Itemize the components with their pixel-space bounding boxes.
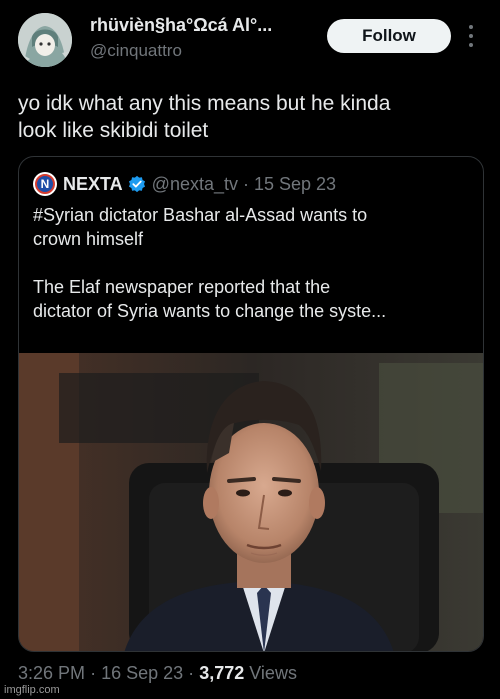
- quoted-author-name[interactable]: NEXTA: [63, 174, 123, 195]
- tweet-text-line: look like skibidi toilet: [18, 119, 209, 142]
- nexta-logo-icon[interactable]: N: [33, 172, 57, 196]
- quoted-author-handle[interactable]: @nexta_tv: [152, 174, 238, 195]
- separator-dot: ·: [188, 663, 195, 683]
- quoted-date[interactable]: 15 Sep 23: [254, 174, 336, 195]
- verified-badge-icon: [128, 175, 145, 193]
- tweet-header: rhüvièn§ha°Ωcá Al°... @cinquattro Follow: [0, 0, 500, 78]
- quoted-text-line: #Syrian dictator Bashar al-Assad wants t…: [33, 205, 368, 225]
- author-display-name[interactable]: rhüvièn§ha°Ωcá Al°...: [90, 15, 272, 36]
- tweet-text: yo idk what any this means but he kinda …: [18, 90, 488, 144]
- quoted-tweet-photo[interactable]: [19, 353, 483, 651]
- views-count: 3,772: [199, 663, 245, 683]
- more-options-icon[interactable]: [466, 22, 476, 50]
- quoted-text-line: The Elaf newspaper reported that the: [33, 277, 331, 297]
- separator-dot: ·: [243, 173, 249, 194]
- views-label: Views: [249, 663, 297, 683]
- quoted-text-line: crown himself: [33, 229, 144, 249]
- tweet-text-line: yo idk what any this means but he kinda: [18, 92, 391, 115]
- author-handle[interactable]: @cinquattro: [90, 41, 182, 61]
- tweet-time[interactable]: 3:26 PM: [18, 663, 85, 683]
- quoted-text-line: dictator of Syria wants to change the sy…: [33, 301, 387, 321]
- follow-button[interactable]: Follow: [327, 19, 451, 53]
- quoted-tweet-card[interactable]: N NEXTA @nexta_tv · 15 Sep 23 #Syrian di…: [18, 156, 484, 652]
- tweet-timestamp: 3:26 PM · 16 Sep 23 · 3,772 Views: [18, 663, 297, 684]
- imgflip-watermark: imgflip.com: [4, 684, 60, 696]
- avatar[interactable]: [18, 13, 72, 67]
- tweet-date[interactable]: 16 Sep 23: [101, 663, 183, 683]
- separator-dot: ·: [90, 663, 97, 683]
- quoted-tweet-header: N NEXTA @nexta_tv · 15 Sep 23: [33, 171, 336, 197]
- quoted-tweet-text: #Syrian dictator Bashar al-Assad wants t…: [33, 203, 473, 323]
